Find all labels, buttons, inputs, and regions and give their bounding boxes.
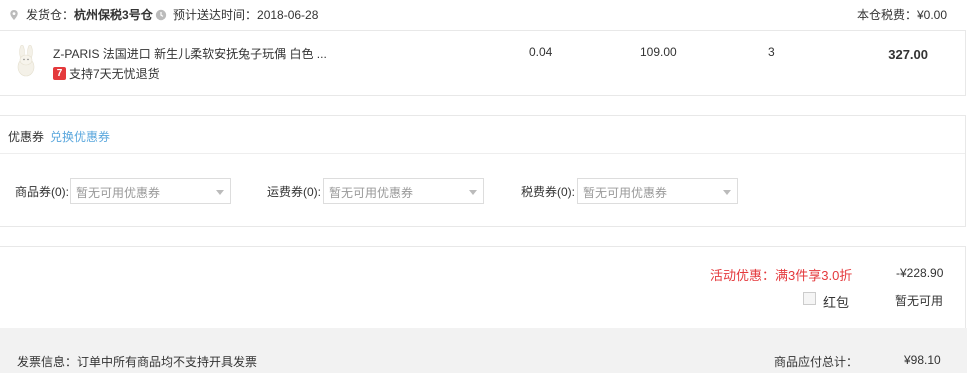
activity-discount-text: 活动优惠：满3件享3.0折 xyxy=(710,268,853,283)
chevron-down-icon xyxy=(723,190,731,195)
coupon-section: 优惠券 兑换优惠券 商品券(0): 暂无可用优惠券 运费券(0): 暂无可用优惠… xyxy=(0,115,966,227)
product-price: 109.00 xyxy=(640,45,677,59)
order-summary-bar: 发票信息：订单中所有商品均不支持开具发票 商品应付总计： ¥98.10 xyxy=(0,328,967,373)
red-packet-status: 暂无可用 xyxy=(895,294,944,308)
location-pin-icon xyxy=(8,9,20,21)
red-packet-checkbox[interactable] xyxy=(803,292,816,305)
discount-section: 活动优惠：满3件享3.0折 -¥228.90 红包 暂无可用 xyxy=(0,246,966,328)
tax-coupon-label: 税费券(0): xyxy=(521,185,576,199)
chevron-down-icon xyxy=(469,190,477,195)
product-name[interactable]: Z-PARIS 法国进口 新生儿柔软安抚兔子玩偶 白色 ... xyxy=(53,45,327,62)
tax-coupon-value: 暂无可用优惠券 xyxy=(583,186,668,200)
chevron-down-icon xyxy=(216,190,224,195)
warehouse-tax: 本仓税费：¥0.00 xyxy=(857,6,947,23)
shipping-coupon-value: 暂无可用优惠券 xyxy=(329,186,414,200)
eta-label: 预计送达时间： xyxy=(173,8,258,22)
warehouse-tax-label: 本仓税费： xyxy=(856,8,917,22)
warehouse-bar: 发货仓： 杭州保税3号仓 预计送达时间： 2018-06-28 本仓税费：¥0.… xyxy=(0,0,967,28)
product-thumbnail[interactable] xyxy=(12,44,40,79)
coupon-title: 优惠券 xyxy=(8,130,45,144)
activity-discount-amount: -¥228.90 xyxy=(896,266,944,280)
payable-total-label: 商品应付总计： xyxy=(774,355,859,369)
product-coupon-select[interactable]: 暂无可用优惠券 xyxy=(70,178,231,204)
eta-date: 2018-06-28 xyxy=(257,7,319,22)
invoice-info: 发票信息：订单中所有商品均不支持开具发票 xyxy=(17,355,258,369)
warehouse-name: 杭州保税3号仓 xyxy=(74,8,153,22)
shipping-coupon-select[interactable]: 暂无可用优惠券 xyxy=(323,178,484,204)
eta-info: 预计送达时间： 2018-06-28 xyxy=(155,6,318,23)
shipping-coupon-label: 运费券(0): xyxy=(267,185,322,199)
return-policy-text: 支持7天无忧退货 xyxy=(69,67,160,81)
product-weight: 0.04 xyxy=(529,45,553,59)
product-row: Z-PARIS 法国进口 新生儿柔软安抚兔子玩偶 白色 ... 7 支持7天无忧… xyxy=(0,30,966,96)
warehouse-tax-value: ¥0.00 xyxy=(916,8,947,22)
product-coupon-label: 商品券(0): xyxy=(15,185,70,199)
seven-day-badge-icon: 7 xyxy=(53,67,66,80)
tax-coupon-select[interactable]: 暂无可用优惠券 xyxy=(577,178,738,204)
return-policy-tag: 7 支持7天无忧退货 xyxy=(53,65,160,82)
exchange-coupon-link[interactable]: 兑换优惠券 xyxy=(50,128,110,145)
product-quantity: 3 xyxy=(768,45,775,59)
product-subtotal: 327.00 xyxy=(888,47,928,62)
warehouse-info: 发货仓： 杭州保税3号仓 xyxy=(8,6,153,23)
product-coupon-value: 暂无可用优惠券 xyxy=(76,186,161,200)
payable-total-amount: ¥98.10 xyxy=(904,353,941,367)
coupon-header: 优惠券 兑换优惠券 xyxy=(0,116,965,154)
warehouse-label: 发货仓： xyxy=(26,8,75,22)
clock-icon xyxy=(155,9,167,21)
red-packet-label: 红包 xyxy=(823,295,850,310)
